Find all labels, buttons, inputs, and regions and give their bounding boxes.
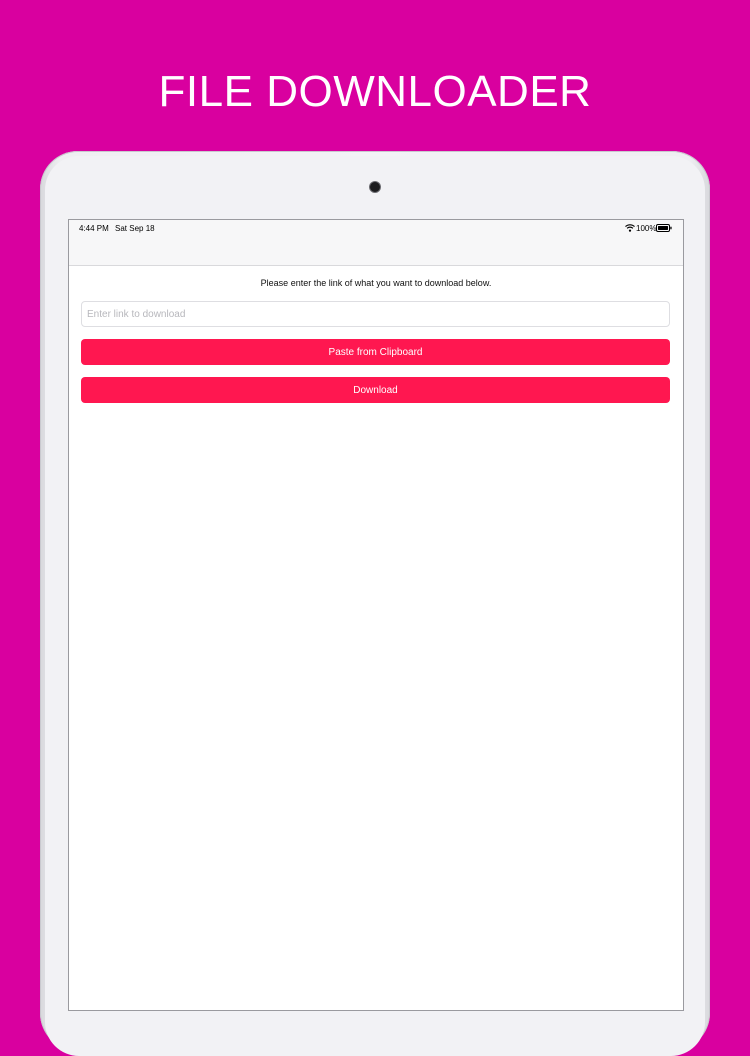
wifi-icon: [625, 224, 635, 232]
device-screen: 4:44 PM Sat Sep 18 100% Please enter the…: [68, 219, 684, 1011]
paste-from-clipboard-button[interactable]: Paste from Clipboard: [81, 339, 670, 365]
link-input[interactable]: [81, 301, 670, 327]
status-time: 4:44 PM: [79, 224, 109, 233]
download-button[interactable]: Download: [81, 377, 670, 403]
headline: FILE DOWNLOADER: [158, 67, 592, 116]
battery-percentage: 100%: [636, 224, 657, 233]
battery-full-icon: [656, 224, 672, 232]
status-bar: 4:44 PM Sat Sep 18 100%: [69, 220, 683, 266]
status-date: Sat Sep 18: [115, 224, 155, 233]
instructions-text: Please enter the link of what you want t…: [260, 278, 492, 288]
camera-icon: [370, 182, 380, 192]
